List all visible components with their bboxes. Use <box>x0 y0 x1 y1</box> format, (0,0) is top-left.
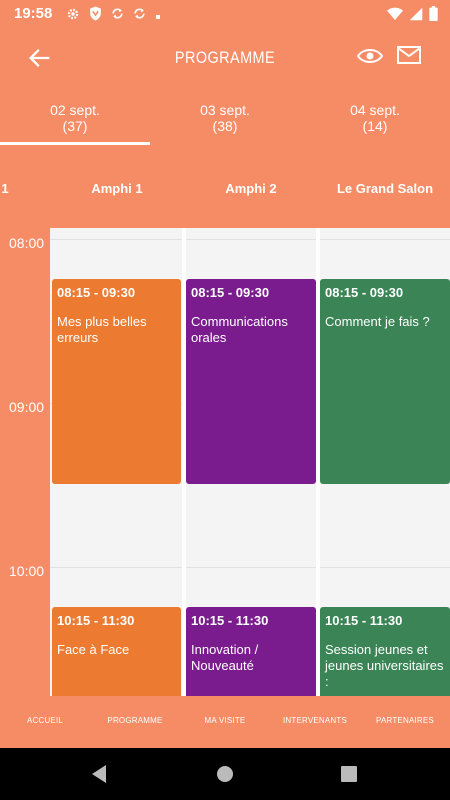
nav-item-ma-visite[interactable]: MA VISITE <box>180 716 270 725</box>
system-nav-bar <box>0 748 450 800</box>
grid-line <box>50 567 450 568</box>
system-recents-button[interactable] <box>341 766 357 787</box>
tab-date-3[interactable]: 04 sept. (14) <box>300 102 450 134</box>
view-toggle-button[interactable] <box>356 44 386 70</box>
tab-date-label: 03 sept. <box>200 102 250 118</box>
dot-icon <box>155 7 161 25</box>
session-card[interactable]: 10:15 - 11:30 Innovation / Nouveauté <box>186 607 316 696</box>
time-label: 09:00 <box>9 399 45 415</box>
time-column: 08:00 09:00 10:00 <box>0 228 50 696</box>
nav-item-programme[interactable]: PROGRAMME <box>90 716 180 725</box>
session-card[interactable]: 08:15 - 09:30 Communications orales <box>186 279 316 484</box>
session-time: 08:15 - 09:30 <box>191 285 270 300</box>
tab-count-label: (38) <box>212 118 238 134</box>
session-time: 10:15 - 11:30 <box>191 613 269 628</box>
session-title: Communications orales <box>191 314 288 345</box>
schedule-grid[interactable]: 08:15 - 09:30 Mes plus belles erreurs 08… <box>50 228 450 696</box>
grid-line <box>50 239 450 240</box>
tab-date-1[interactable]: 02 sept. (37) <box>0 102 150 134</box>
settings-icon <box>66 7 80 26</box>
app-bar: PROGRAMME <box>0 28 450 86</box>
session-time: 08:15 - 09:30 <box>325 285 404 300</box>
status-notification-icons <box>66 6 161 26</box>
time-label: 10:00 <box>9 563 45 579</box>
tab-date-label: 04 sept. <box>350 102 400 118</box>
tab-date-2[interactable]: 03 sept. (38) <box>150 102 300 134</box>
system-back-button[interactable] <box>90 764 108 789</box>
date-tabs: 02 sept. (37) 03 sept. (38) 04 sept. (14… <box>0 86 450 146</box>
room-header: 1 Amphi 1 Amphi 2 Le Grand Salon <box>0 146 450 228</box>
session-title: Mes plus belles erreurs <box>57 314 147 345</box>
status-system-icons <box>387 6 438 26</box>
tab-date-label: 02 sept. <box>50 102 100 118</box>
wifi-icon <box>387 7 403 26</box>
battery-icon <box>429 6 438 26</box>
status-time: 19:58 <box>14 5 53 22</box>
active-tab-indicator <box>0 142 150 145</box>
session-time: 10:15 - 11:30 <box>57 613 135 628</box>
session-card[interactable]: 08:15 - 09:30 Mes plus belles erreurs <box>52 279 181 484</box>
tab-count-label: (37) <box>62 118 88 134</box>
session-title: Face à Face <box>57 642 130 657</box>
eye-icon <box>356 49 384 72</box>
tab-count-label: (14) <box>362 118 388 134</box>
session-title: Innovation / Nouveauté <box>191 642 259 673</box>
room-label-amphi-2: Amphi 2 <box>225 181 277 196</box>
system-home-button[interactable] <box>216 765 234 788</box>
signal-icon <box>409 7 423 26</box>
room-label-partial: 1 <box>1 181 9 196</box>
mail-icon <box>396 46 422 70</box>
room-label-amphi-1: Amphi 1 <box>91 181 143 196</box>
mail-button[interactable] <box>396 44 426 70</box>
room-label-grand-salon: Le Grand Salon <box>336 181 434 196</box>
session-card[interactable]: 10:15 - 11:30 Face à Face <box>52 607 181 696</box>
session-title: Session jeunes et jeunes universitaires … <box>325 642 444 689</box>
sync-icon <box>133 7 146 25</box>
nav-item-accueil[interactable]: ACCUEIL <box>0 716 90 725</box>
session-time: 10:15 - 11:30 <box>325 613 403 628</box>
status-bar: 19:58 <box>0 0 450 28</box>
nav-item-partenaires[interactable]: PARTENAIRES <box>360 716 450 725</box>
session-title: Comment je fais ? <box>325 314 430 329</box>
session-card[interactable]: 10:15 - 11:30 Session jeunes et jeunes u… <box>320 607 450 696</box>
bottom-nav: ACCUEIL PROGRAMME MA VISITE INTERVENANTS… <box>0 696 450 748</box>
nav-item-intervenants[interactable]: INTERVENANTS <box>270 716 360 725</box>
session-time: 08:15 - 09:30 <box>57 285 136 300</box>
session-card[interactable]: 08:15 - 09:30 Comment je fais ? <box>320 279 450 484</box>
sync-icon <box>111 7 124 25</box>
time-label: 08:00 <box>9 235 45 251</box>
shield-icon <box>89 6 102 26</box>
